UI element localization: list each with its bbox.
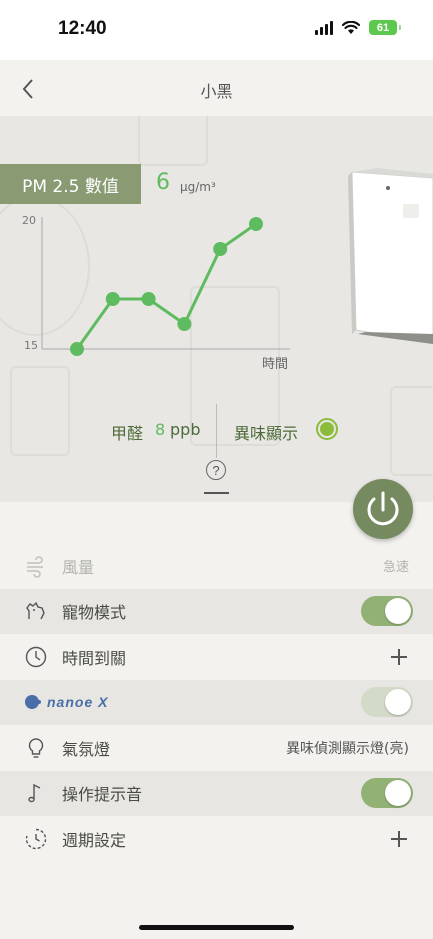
nav-bar: 小黑: [0, 60, 433, 116]
y-tick-20: 20: [22, 214, 36, 227]
pet-mode-toggle[interactable]: [361, 596, 413, 627]
setting-ambient-light-label: 氣氛燈: [62, 739, 111, 759]
power-button[interactable]: [353, 479, 413, 539]
pm25-data-point-4: [177, 317, 192, 331]
pm25-data-point-1: [70, 342, 84, 356]
pm25-value: 6: [156, 170, 170, 195]
setting-pet-mode-label: 寵物模式: [62, 603, 127, 623]
status-time: 12:40: [58, 18, 107, 39]
setting-airflow[interactable]: 風量 急速: [0, 543, 433, 589]
setting-nanoe: nanoe X: [0, 679, 433, 725]
pm25-label: PM 2.5 數值: [0, 164, 141, 204]
toggle-knob: [385, 689, 411, 716]
pet-icon: [26, 602, 45, 620]
pm25-data-point-3: [141, 292, 156, 306]
status-bar: 12:40 61: [0, 0, 433, 60]
setting-operation-sound: 操作提示音: [0, 770, 433, 816]
setting-weekly-schedule-label: 週期設定: [62, 830, 127, 850]
odor-label: 異味顯示: [234, 424, 299, 443]
add-icon[interactable]: [391, 830, 407, 847]
sensor-readouts: 甲醛 8 ppb 異味顯示: [0, 404, 433, 458]
air-purifier-image: [348, 168, 433, 345]
setting-pet-mode: 寵物模式: [0, 588, 433, 634]
help-icon[interactable]: ?: [206, 460, 226, 480]
battery-icon: 61: [369, 20, 401, 35]
page-title: 小黑: [200, 82, 233, 101]
drawer-handle[interactable]: [204, 492, 229, 494]
pm25-series-line: [75, 222, 257, 350]
pm25-unit: µg/m³: [180, 180, 216, 194]
status-panel: PM 2.5 數值 6 µg/m³ 20 15 時間 甲醛 8 ppb 異味顯示…: [0, 116, 433, 502]
music-note-icon: [28, 784, 41, 803]
readouts-divider: [216, 404, 217, 458]
nanoe-toggle[interactable]: [361, 687, 413, 718]
schedule-clock-icon: [25, 828, 47, 849]
pm25-data-point-6: [249, 217, 263, 231]
setting-off-timer[interactable]: 時間到關: [0, 634, 433, 680]
setting-airflow-label: 風量: [62, 557, 95, 577]
pm25-chart: 20 15 時間: [22, 214, 290, 372]
home-indicator: [139, 925, 294, 930]
clock-icon: [25, 646, 47, 667]
operation-sound-toggle[interactable]: [361, 778, 413, 809]
odor-indicator: [316, 418, 338, 440]
formaldehyde-unit: ppb: [170, 420, 201, 439]
x-axis-label: 時間: [262, 357, 288, 372]
pm25-data-point-5: [213, 242, 228, 256]
formaldehyde-value: 8: [155, 420, 166, 439]
y-tick-15: 15: [24, 339, 38, 352]
setting-operation-sound-label: 操作提示音: [62, 785, 143, 805]
nanoe-logo: nanoe X: [24, 694, 108, 710]
nanoe-icon: [25, 695, 41, 710]
formaldehyde-label: 甲醛: [111, 424, 144, 443]
setting-off-timer-label: 時間到關: [62, 648, 127, 668]
toggle-knob: [385, 780, 411, 807]
setting-ambient-light[interactable]: 氣氛燈 異味偵測顯示燈(亮): [0, 725, 433, 771]
wifi-icon: [342, 20, 360, 34]
settings-list: 風量 急速 寵物模式 時間到關 nanoe X 氣氛燈 異味偵測顯示燈(亮) 操…: [0, 543, 433, 862]
wind-icon: [27, 556, 43, 578]
setting-airflow-value: 急速: [382, 560, 409, 576]
battery-level: 61: [376, 21, 390, 34]
cellular-signal-icon: [315, 20, 333, 35]
toggle-knob: [385, 598, 411, 625]
setting-weekly-schedule[interactable]: 週期設定: [0, 816, 433, 862]
background-decoration: [138, 116, 208, 166]
lightbulb-icon: [28, 738, 44, 758]
add-icon[interactable]: [391, 648, 407, 665]
nanoe-label: nanoe X: [47, 694, 109, 711]
pm25-data-point-2: [105, 292, 120, 306]
power-icon: [367, 491, 399, 526]
setting-ambient-light-value: 異味偵測顯示燈(亮): [286, 740, 409, 757]
status-icons: 61: [315, 20, 401, 35]
